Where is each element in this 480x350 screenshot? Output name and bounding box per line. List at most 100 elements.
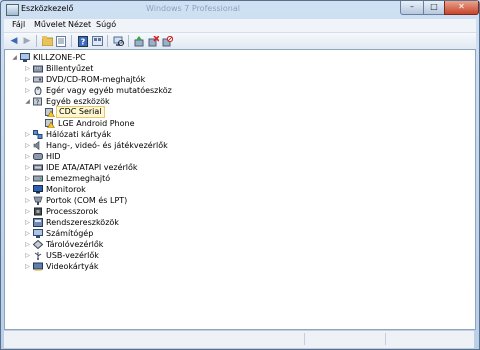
expand-arrow-icon[interactable]: ▷ [24,151,31,162]
status-bar [4,330,474,348]
maximize-button[interactable]: □ [423,1,445,15]
minimize-button[interactable]: – [400,1,424,15]
status-cell [304,333,385,345]
expand-arrow-icon[interactable]: ▷ [24,129,31,140]
tree-category-label: IDE ATA/ATAPI vezérlők [46,163,138,172]
tree-category-hid[interactable]: ▷ HID [5,151,465,162]
tree-category-storage[interactable]: ▷ Tárolóvezérlők [5,239,465,250]
tree-category-processors[interactable]: ▷ Processzorok [5,206,465,217]
expand-arrow-icon[interactable]: ▷ [24,63,31,74]
expand-arrow-icon[interactable]: ▷ [24,85,31,96]
tree-category-monitors[interactable]: ▷ Monitorok [5,184,465,195]
sound-icon [33,140,42,151]
title-bar[interactable]: Eszközkezelő Windows 7 Professional – □ … [1,1,479,19]
help-icon[interactable]: ? [77,35,89,47]
tree-device-label-selected: CDC Serial [56,106,105,118]
expand-arrow-icon[interactable]: ▷ [24,74,31,85]
keyboard-icon [33,64,43,73]
tree-category-label: Hang-, videó- és játékvezérlők [46,141,168,150]
scan-hardware-icon[interactable] [112,35,124,47]
processor-icon [33,207,42,216]
expand-arrow-icon[interactable]: ▷ [24,162,31,173]
display-adapter-icon [33,262,43,271]
close-button[interactable]: ✕ [444,1,479,15]
tree-category-ports[interactable]: ▷ Portok (COM és LPT) [5,195,465,206]
expand-arrow-icon[interactable]: ▷ [24,217,31,228]
expand-arrow-icon[interactable]: ▷ [24,250,31,261]
tree-category-label: Billentyűzet [46,64,94,73]
forward-arrow-icon[interactable]: ▶ [21,35,33,47]
tree-category-system-devices[interactable]: ▷ Rendszereszközök [5,217,465,228]
port-icon [33,196,43,205]
expand-arrow-icon[interactable]: ▷ [24,173,31,184]
up-folder-icon[interactable] [41,35,53,47]
network-adapter-icon [33,130,43,139]
expand-arrow-icon[interactable]: ▷ [24,261,31,272]
background-window-title: Windows 7 Professional [146,4,240,13]
update-driver-icon[interactable] [133,35,145,47]
dvd-drive-icon [33,75,43,84]
tree-category-label: Hálózati kártyák [46,130,112,139]
tree-category-label: Videokártyák [46,262,99,271]
tree-device-label: LGE Android Phone [58,119,135,128]
tree-category-label: Processzorok [46,207,99,216]
tree-category-display-adapters[interactable]: ▷ Videokártyák [5,261,465,272]
disk-drive-icon [33,174,43,183]
device-manager-app-icon [6,4,19,16]
tree-category-label: Számítógép [46,229,94,238]
back-arrow-icon[interactable]: ◀ [8,35,20,47]
tree-device-cdc-serial[interactable]: CDC Serial [5,106,465,118]
other-devices-icon: ? [33,97,42,107]
tree-category-mouse[interactable]: ▷ Egér vagy egyéb mutatóeszköz [5,85,465,96]
menu-file[interactable]: Fájl [12,20,25,29]
collapse-arrow-icon[interactable]: ◢ [11,52,18,63]
disable-device-icon[interactable] [161,35,173,47]
toolbar-separator [71,35,72,47]
view-toggle-icon[interactable] [91,35,103,47]
tree-category-keyboard[interactable]: ▷ Billentyűzet [5,63,465,74]
usb-icon [33,251,42,260]
tree-category-network[interactable]: ▷ Hálózati kártyák [5,129,465,140]
tree-category-disk[interactable]: ▷ Lemezmeghajtó [5,173,465,184]
tree-device-lge-android-phone[interactable]: LGE Android Phone [5,118,465,129]
svg-text:?: ? [36,99,40,107]
tree-category-label: Egér vagy egyéb mutatóeszköz [46,86,172,95]
expand-arrow-icon[interactable]: ▷ [24,184,31,195]
collapse-arrow-icon[interactable]: ◢ [24,96,31,107]
toolbar: ◀ ▶ ? [4,32,476,50]
uninstall-icon[interactable] [147,35,159,47]
tree-category-label: Rendszereszközök [46,218,119,227]
tree-category-label: Monitorok [46,185,86,194]
properties-icon[interactable] [55,35,67,47]
device-tree-panel[interactable]: ◢ KILLZONE-PC ▷ Billentyűzet ▷ DVD/CD-RO… [4,49,476,330]
expand-arrow-icon[interactable]: ▷ [24,206,31,217]
toolbar-separator [107,35,108,47]
status-cell [385,333,474,345]
window-title: Eszközkezelő [21,4,74,13]
hid-icon [33,152,43,161]
tree-category-label: USB-vezérlők [46,251,99,260]
device-manager-window: Eszközkezelő Windows 7 Professional – □ … [0,0,480,350]
storage-controller-icon [32,239,44,250]
computer-icon [33,229,43,238]
tree-category-label: HID [46,152,61,161]
tree-category-dvd-cdrom[interactable]: ▷ DVD/CD-ROM-meghajtók [5,74,465,85]
expand-arrow-icon[interactable]: ▷ [24,228,31,239]
menu-view[interactable]: Nézet [68,20,91,29]
svg-text:?: ? [81,37,86,46]
menu-action[interactable]: Művelet [34,20,66,29]
tree-category-ide[interactable]: ▷ IDE ATA/ATAPI vezérlők [5,162,465,173]
toolbar-separator [36,35,37,47]
menu-bar: Fájl Művelet Nézet Súgó [4,19,476,32]
tree-category-sound[interactable]: ▷ Hang-, videó- és játékvezérlők [5,140,465,151]
tree-category-label: DVD/CD-ROM-meghajtók [46,75,146,84]
expand-arrow-icon[interactable]: ▷ [24,239,31,250]
expand-arrow-icon[interactable]: ▷ [24,195,31,206]
tree-root[interactable]: ◢ KILLZONE-PC [5,52,465,63]
tree-category-usb[interactable]: ▷ USB-vezérlők [5,250,465,261]
menu-help[interactable]: Súgó [96,20,116,29]
ide-controller-icon [33,163,43,172]
tree-category-computer[interactable]: ▷ Számítógép [5,228,465,239]
tree-root-label: KILLZONE-PC [33,53,86,62]
expand-arrow-icon[interactable]: ▷ [24,140,31,151]
